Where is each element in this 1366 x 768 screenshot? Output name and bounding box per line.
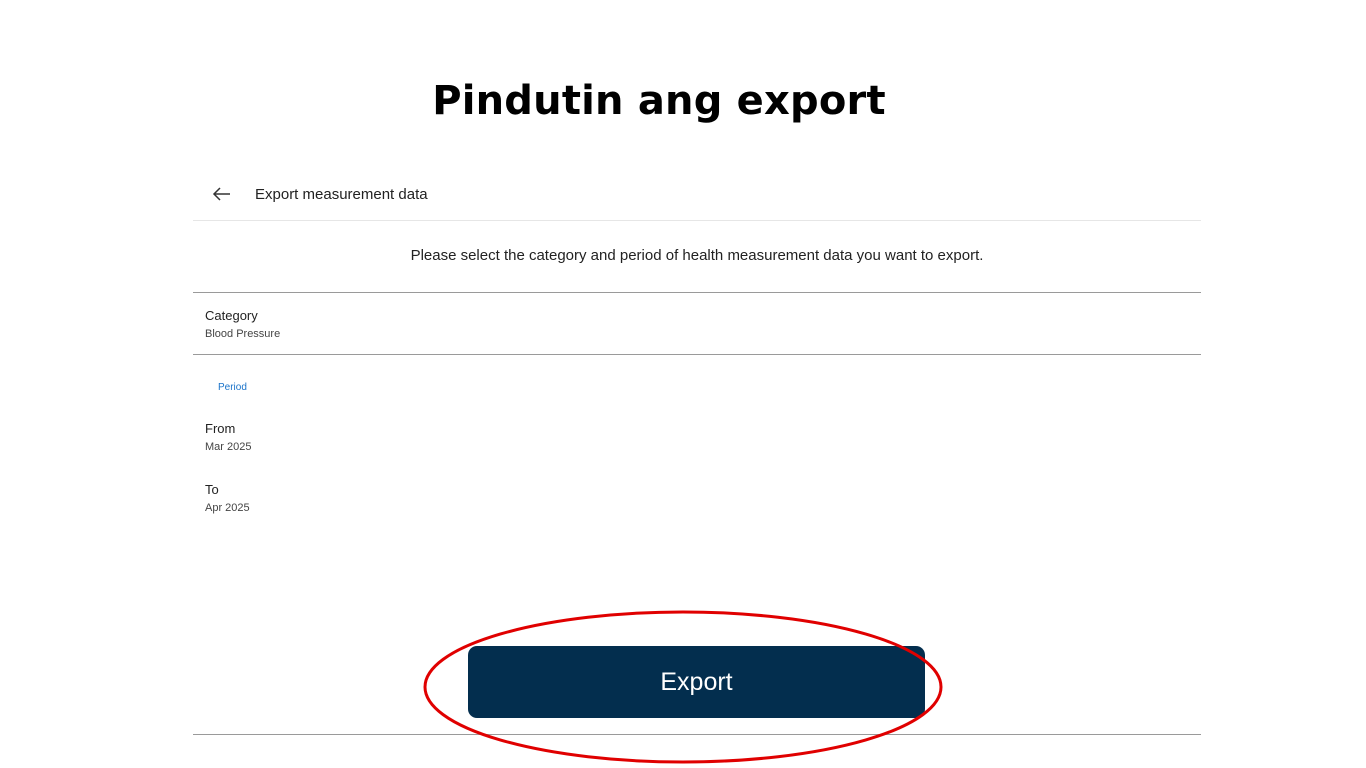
tutorial-slide: Pindutin ang export Export measurement d…	[0, 0, 1366, 768]
app-header: Export measurement data	[193, 170, 1201, 221]
export-screen: Export measurement data Please select th…	[193, 170, 1201, 768]
tutorial-title: Pindutin ang export	[432, 78, 886, 124]
back-button[interactable]	[209, 182, 235, 206]
divider	[193, 354, 1201, 355]
period-to-selector[interactable]: To Apr 2025	[205, 482, 250, 514]
instruction-text: Please select the category and period of…	[410, 247, 984, 264]
bottom-divider	[193, 734, 1201, 735]
category-selector[interactable]: Category Blood Pressure	[205, 308, 280, 340]
period-from-selector[interactable]: From Mar 2025	[205, 421, 251, 453]
page-title: Export measurement data	[255, 186, 428, 203]
to-label: To	[205, 482, 219, 497]
to-value: Apr 2025	[205, 502, 250, 514]
arrow-left-icon	[209, 182, 235, 206]
period-section-label: Period	[218, 382, 247, 393]
export-button[interactable]: Export	[468, 646, 925, 718]
from-value: Mar 2025	[205, 441, 252, 453]
from-label: From	[205, 421, 236, 436]
divider	[193, 292, 1201, 293]
category-label: Category	[205, 308, 258, 323]
category-value: Blood Pressure	[205, 328, 281, 340]
